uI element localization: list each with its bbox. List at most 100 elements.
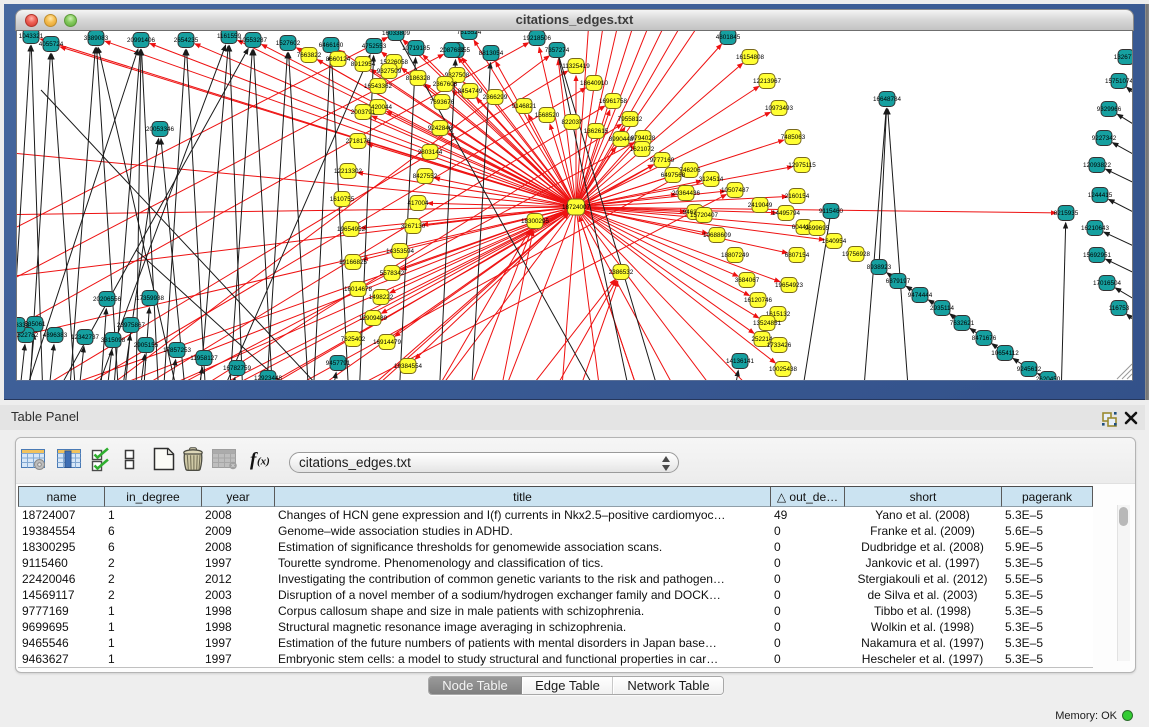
svg-text:7955812: 7955812 xyxy=(618,116,643,123)
svg-text:9245612: 9245612 xyxy=(1017,366,1042,373)
svg-text:12975115: 12975115 xyxy=(788,162,816,169)
svg-text:19166825: 19166825 xyxy=(339,259,368,266)
svg-text:6807154: 6807154 xyxy=(785,252,810,259)
svg-text:2905155: 2905155 xyxy=(134,342,159,349)
svg-text:12342737: 12342737 xyxy=(71,334,100,341)
svg-text:8813054: 8813054 xyxy=(479,50,504,57)
svg-text:2366299: 2366299 xyxy=(483,94,508,101)
svg-text:10973493: 10973493 xyxy=(765,105,794,112)
svg-text:17016504: 17016504 xyxy=(1093,280,1122,287)
svg-text:2087682: 2087682 xyxy=(440,47,465,54)
svg-text:14353594: 14353594 xyxy=(386,248,415,255)
svg-text:9115460: 9115460 xyxy=(819,208,844,215)
svg-text:10507487: 10507487 xyxy=(721,187,750,194)
svg-text:2367608: 2367608 xyxy=(433,81,458,88)
svg-text:1498222: 1498222 xyxy=(369,294,394,301)
svg-text:12909489: 12909489 xyxy=(359,315,388,322)
svg-text:16154808: 16154808 xyxy=(736,54,765,61)
svg-text:20053346: 20053346 xyxy=(146,126,175,133)
svg-text:13524851: 13524851 xyxy=(753,320,782,327)
svg-text:9474444: 9474444 xyxy=(908,292,933,299)
svg-text:7693676: 7693676 xyxy=(430,99,455,106)
svg-text:10688609: 10688609 xyxy=(703,232,732,239)
svg-text:2419049: 2419049 xyxy=(748,202,773,209)
svg-text:16914479: 16914479 xyxy=(373,339,402,346)
svg-text:7625402: 7625402 xyxy=(341,336,366,343)
svg-text:18640910: 18640910 xyxy=(580,80,609,87)
svg-text:1362615: 1362615 xyxy=(584,128,609,135)
svg-text:9327509: 9327509 xyxy=(377,68,402,75)
svg-text:8427552: 8427552 xyxy=(413,173,438,180)
svg-text:20991406: 20991406 xyxy=(127,37,156,44)
svg-text:7515524: 7515524 xyxy=(457,31,482,36)
svg-text:6466160: 6466160 xyxy=(319,42,344,49)
svg-text:(x): (x) xyxy=(257,456,270,468)
svg-text:10553287: 10553287 xyxy=(239,37,268,44)
svg-text:16543362: 16543362 xyxy=(364,83,393,90)
svg-text:116753: 116753 xyxy=(1109,305,1130,312)
svg-text:17359938: 17359938 xyxy=(136,295,165,302)
svg-text:9146821: 9146821 xyxy=(512,103,537,110)
svg-text:5578342: 5578342 xyxy=(380,270,405,277)
svg-text:1161559: 1161559 xyxy=(217,33,242,40)
svg-text:1527602: 1527602 xyxy=(276,40,301,47)
svg-text:3315098: 3315098 xyxy=(101,337,126,344)
svg-text:9777169: 9777169 xyxy=(650,157,675,164)
svg-text:19654952: 19654952 xyxy=(337,226,366,233)
svg-text:1621072: 1621072 xyxy=(630,146,655,153)
svg-text:9457791: 9457791 xyxy=(326,360,351,367)
svg-text:20364436: 20364436 xyxy=(672,190,701,197)
svg-text:9699695: 9699695 xyxy=(805,225,830,232)
svg-text:16782759: 16782759 xyxy=(223,365,252,372)
svg-text:14136141: 14136141 xyxy=(726,358,755,365)
svg-text:12923448: 12923448 xyxy=(254,375,283,381)
svg-text:3684067: 3684067 xyxy=(735,277,760,284)
svg-text:7663822: 7663822 xyxy=(297,52,322,59)
svg-text:6513338: 6513338 xyxy=(17,322,30,329)
svg-text:16648784: 16648784 xyxy=(873,96,902,103)
svg-text:12213302: 12213302 xyxy=(334,168,363,175)
svg-text:8912954: 8912954 xyxy=(351,61,376,68)
svg-text:2935114: 2935114 xyxy=(930,305,955,312)
svg-text:4801845: 4801845 xyxy=(716,34,741,41)
svg-text:10654112: 10654112 xyxy=(991,350,1019,357)
svg-text:11958127: 11958127 xyxy=(190,355,218,362)
svg-text:19756928: 19756928 xyxy=(842,251,871,258)
svg-text:1568520: 1568520 xyxy=(535,112,560,119)
svg-text:19218506: 19218506 xyxy=(523,35,552,42)
svg-text:8186328: 8186328 xyxy=(406,75,431,82)
svg-text:16210643: 16210643 xyxy=(1081,225,1110,232)
svg-text:3267130: 3267130 xyxy=(401,223,426,230)
svg-text:8938923: 8938923 xyxy=(867,264,892,271)
svg-text:4896383: 4896383 xyxy=(43,332,68,339)
svg-text:9242848: 9242848 xyxy=(428,125,453,132)
svg-text:1640954: 1640954 xyxy=(822,238,847,245)
svg-text:9794028: 9794028 xyxy=(631,135,656,142)
svg-text:16014678: 16014678 xyxy=(344,286,373,293)
svg-text:10719185: 10719185 xyxy=(402,45,431,52)
svg-text:7485063: 7485063 xyxy=(781,134,806,141)
svg-text:9329966: 9329966 xyxy=(1097,106,1122,113)
svg-text:1822782: 1822782 xyxy=(17,332,39,339)
svg-text:6497568: 6497568 xyxy=(661,172,686,179)
svg-text:6879197: 6879197 xyxy=(886,278,911,285)
svg-text:12093822: 12093822 xyxy=(1083,162,1112,169)
svg-text:4752553: 4752553 xyxy=(362,43,387,50)
svg-text:1326773: 1326773 xyxy=(1114,54,1133,61)
svg-text:2718176: 2718176 xyxy=(346,138,371,145)
svg-text:15692951: 15692951 xyxy=(1083,252,1112,259)
svg-text:19654923: 19654923 xyxy=(775,282,804,289)
svg-text:2620450: 2620450 xyxy=(1036,376,1061,381)
svg-text:23975867: 23975867 xyxy=(117,322,146,329)
svg-text:15751074: 15751074 xyxy=(1105,78,1133,85)
svg-text:4055724: 4055724 xyxy=(39,41,64,48)
svg-text:18300295: 18300295 xyxy=(521,218,550,225)
svg-text:16033809: 16033809 xyxy=(382,31,411,37)
svg-text:19384554: 19384554 xyxy=(394,363,423,370)
svg-text:1610755: 1610755 xyxy=(330,196,355,203)
svg-text:2386532: 2386532 xyxy=(609,269,634,276)
svg-text:2160154: 2160154 xyxy=(785,193,810,200)
svg-text:2654235: 2654235 xyxy=(174,37,199,44)
svg-text:16961758: 16961758 xyxy=(599,98,628,105)
svg-text:10025438: 10025438 xyxy=(769,366,798,373)
